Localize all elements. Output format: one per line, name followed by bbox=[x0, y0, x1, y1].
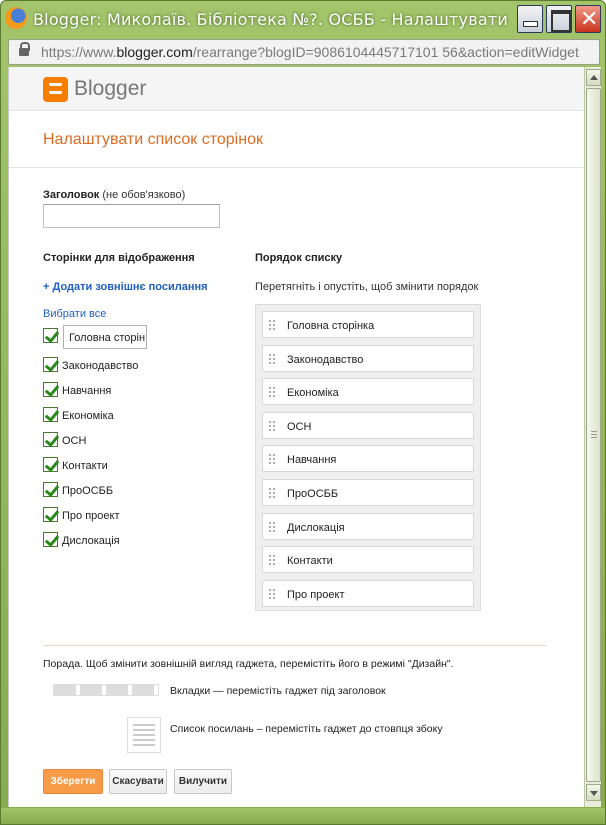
save-button[interactable]: Зберегти bbox=[43, 769, 103, 794]
drag-handle-icon[interactable] bbox=[268, 520, 277, 533]
list-preview-icon bbox=[127, 717, 161, 753]
drag-handle-icon[interactable] bbox=[268, 453, 277, 466]
window-title: Blogger: Миколаїв. Бібліотека №?. ОСББ -… bbox=[33, 10, 511, 29]
order-item-label: Навчання bbox=[287, 454, 337, 467]
order-list-item[interactable]: Головна сторінка bbox=[262, 311, 474, 338]
checkbox-checked-icon[interactable] bbox=[43, 457, 58, 472]
page-label: Законодавство bbox=[62, 360, 139, 372]
order-list-item[interactable]: Економіка bbox=[262, 378, 474, 406]
checkbox-checked-icon[interactable] bbox=[43, 357, 58, 372]
tabs-tip: Вкладки — перемістіть гаджет під заголов… bbox=[170, 685, 386, 697]
order-list: Головна сторінка Законодавство Економіка ОС… bbox=[255, 304, 481, 611]
order-list-item[interactable]: Законодавство bbox=[262, 344, 474, 372]
page-label: ПроОСББ bbox=[62, 485, 114, 497]
title-field-label: Заголовок (не обов'язково) bbox=[43, 185, 185, 203]
lock-icon bbox=[19, 42, 30, 58]
title-label-hint: (не обов'язково) bbox=[99, 189, 186, 201]
page-name-input[interactable]: Головна сторін bbox=[63, 325, 147, 349]
order-heading: Порядок списку bbox=[255, 252, 343, 264]
checkbox-checked-icon[interactable] bbox=[43, 532, 58, 547]
order-list-item[interactable]: ОСН bbox=[262, 411, 474, 439]
checkbox-checked-icon[interactable] bbox=[43, 328, 58, 343]
divider bbox=[43, 645, 546, 646]
drag-handle-icon[interactable] bbox=[268, 319, 277, 331]
checkbox-checked-icon[interactable] bbox=[43, 382, 58, 397]
url-prefix: https://www. bbox=[41, 44, 117, 60]
close-button[interactable]: ✕ bbox=[575, 5, 601, 33]
scroll-down-arrow-icon[interactable] bbox=[586, 784, 601, 801]
page-label: Економіка bbox=[62, 410, 114, 422]
browser-window: Blogger: Миколаїв. Бібліотека №?. ОСББ -… bbox=[0, 0, 606, 825]
page-label: Про проект bbox=[62, 510, 120, 522]
select-all-link[interactable]: Вибрати все bbox=[43, 308, 106, 320]
tabs-preview-icon bbox=[53, 684, 159, 696]
address-bar[interactable]: https://www.blogger.com/rearrange?blogID… bbox=[8, 39, 600, 65]
page-label: Дислокація bbox=[62, 535, 120, 547]
order-list-item[interactable]: Про проект bbox=[262, 579, 474, 607]
cancel-button[interactable]: Скасувати bbox=[109, 769, 167, 794]
order-list-item[interactable]: Контакти bbox=[262, 546, 474, 574]
order-item-label: Економіка bbox=[287, 387, 339, 400]
order-item-label: Дислокація bbox=[287, 521, 345, 534]
add-external-link[interactable]: + Додати зовнішнє посилання bbox=[43, 281, 208, 293]
order-list-item[interactable]: Дислокація bbox=[262, 512, 474, 540]
order-item-label: ПроОСББ bbox=[287, 488, 339, 500]
scroll-up-arrow-icon[interactable] bbox=[586, 69, 601, 86]
minimize-button[interactable] bbox=[517, 5, 543, 33]
checkbox-checked-icon[interactable] bbox=[43, 432, 58, 447]
blogger-brand: Blogger bbox=[74, 77, 147, 100]
drag-handle-icon[interactable] bbox=[268, 352, 277, 365]
order-item-label: Головна сторінка bbox=[287, 320, 375, 332]
order-item-label: Контакти bbox=[287, 555, 333, 568]
maximize-button[interactable] bbox=[546, 5, 572, 33]
checkbox-checked-icon[interactable] bbox=[43, 507, 58, 522]
scroll-thumb[interactable] bbox=[586, 88, 601, 782]
drag-handle-icon[interactable] bbox=[268, 386, 277, 399]
delete-button[interactable]: Вилучити bbox=[174, 769, 232, 794]
checkbox-checked-icon[interactable] bbox=[43, 482, 58, 497]
vertical-scrollbar[interactable] bbox=[584, 67, 601, 807]
order-item-label: Законодавство bbox=[287, 353, 364, 366]
title-bar[interactable]: Blogger: Миколаїв. Бібліотека №?. ОСББ -… bbox=[1, 1, 605, 41]
order-list-item[interactable]: ПроОСББ bbox=[262, 479, 474, 506]
close-icon: ✕ bbox=[580, 6, 599, 31]
firefox-icon bbox=[5, 7, 27, 29]
order-hint: Перетягніть і опустіть, щоб змінити поря… bbox=[255, 281, 479, 293]
page-label: Контакти bbox=[62, 460, 108, 472]
drag-handle-icon[interactable] bbox=[268, 419, 277, 432]
order-list-item[interactable]: Навчання bbox=[262, 445, 474, 473]
title-label-text: Заголовок bbox=[43, 189, 100, 201]
pages-heading: Сторінки для відображення bbox=[43, 252, 195, 264]
blogger-header: Blogger bbox=[9, 67, 584, 111]
order-item-label: Про проект bbox=[287, 588, 345, 601]
list-tip: Список посилань – перемістіть гаджет до … bbox=[170, 723, 443, 735]
url-host: blogger.com bbox=[116, 44, 193, 60]
page-label: Навчання bbox=[62, 385, 112, 397]
drag-handle-icon[interactable] bbox=[268, 554, 277, 567]
tip-text: Порада. Щоб змінити зовнішній вигляд гад… bbox=[43, 658, 454, 670]
page-title: Налаштувати список сторінок bbox=[43, 131, 263, 148]
page-label: ОСН bbox=[62, 435, 87, 447]
url-text[interactable]: https://www.blogger.com/rearrange?blogID… bbox=[41, 44, 597, 60]
title-input[interactable] bbox=[43, 204, 220, 228]
divider bbox=[9, 167, 584, 168]
drag-handle-icon[interactable] bbox=[268, 587, 277, 600]
url-path: /rearrange?blogID=9086104445717101 56&ac… bbox=[192, 44, 579, 60]
drag-handle-icon[interactable] bbox=[268, 487, 277, 499]
order-item-label: ОСН bbox=[287, 420, 312, 433]
grip-icon bbox=[591, 431, 597, 438]
checkbox-checked-icon[interactable] bbox=[43, 407, 58, 422]
window-bottom-border bbox=[1, 808, 605, 824]
page-content: Blogger Налаштувати список сторінок Заго… bbox=[8, 67, 584, 807]
blogger-logo-icon bbox=[43, 77, 68, 102]
